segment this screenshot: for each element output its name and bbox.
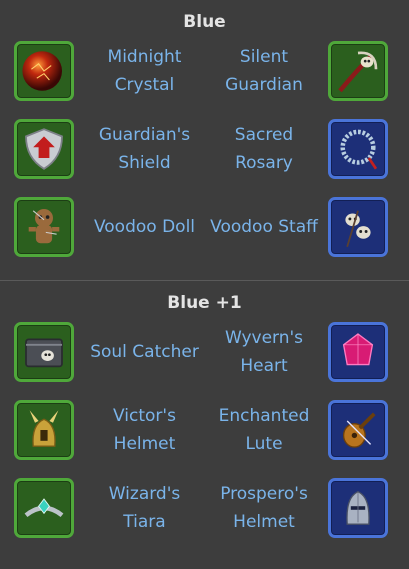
section-title: Blue +1 xyxy=(167,293,242,313)
skull-box-icon[interactable] xyxy=(14,322,74,382)
item-label: Silent Guardian xyxy=(225,47,303,95)
item-label: Victor's Helmet xyxy=(113,406,176,454)
item-label: Voodoo Doll xyxy=(93,217,196,237)
knight-helmet-icon[interactable] xyxy=(328,478,388,538)
item-label: Wyvern's Heart xyxy=(224,328,304,376)
item-row: Midnight Crystal Silent Guardian xyxy=(0,38,409,116)
item-label: Sacred Rosary xyxy=(234,125,294,173)
item-row: Wizard's Tiara Prospero's Helmet xyxy=(0,475,409,553)
item-row: Soul Catcher Wyvern's Heart xyxy=(0,319,409,397)
item-label: Voodoo Staff xyxy=(210,217,318,237)
section-title: Blue xyxy=(183,12,226,32)
tiara-icon[interactable] xyxy=(14,478,74,538)
item-row: Voodoo Doll Voodoo Staff xyxy=(0,194,409,272)
item-label: Enchanted Lute xyxy=(218,406,310,454)
item-label: Prospero's Helmet xyxy=(220,484,308,532)
skulls-staff-icon[interactable] xyxy=(328,197,388,257)
section-blue-plus-1: Blue +1 Soul Catcher Wyvern's Heart Vict… xyxy=(0,281,409,553)
voodoo-doll-icon[interactable] xyxy=(14,197,74,257)
item-row: Guardian's Shield Sacred Rosary xyxy=(0,116,409,194)
section-blue: Blue Midnight Crystal Silent Guardian Gu… xyxy=(0,0,409,272)
shield-icon[interactable] xyxy=(14,119,74,179)
skull-staff-icon[interactable] xyxy=(328,41,388,101)
item-label: Soul Catcher xyxy=(90,342,199,362)
lute-icon[interactable] xyxy=(328,400,388,460)
item-label: Guardian's Shield xyxy=(98,125,191,173)
winged-helmet-icon[interactable] xyxy=(14,400,74,460)
rosary-icon[interactable] xyxy=(328,119,388,179)
red-orb-icon[interactable] xyxy=(14,41,74,101)
item-label: Midnight Crystal xyxy=(107,47,182,95)
item-label: Wizard's Tiara xyxy=(108,484,181,532)
item-row: Victor's Helmet Enchanted Lute xyxy=(0,397,409,475)
pink-gem-icon[interactable] xyxy=(328,322,388,382)
